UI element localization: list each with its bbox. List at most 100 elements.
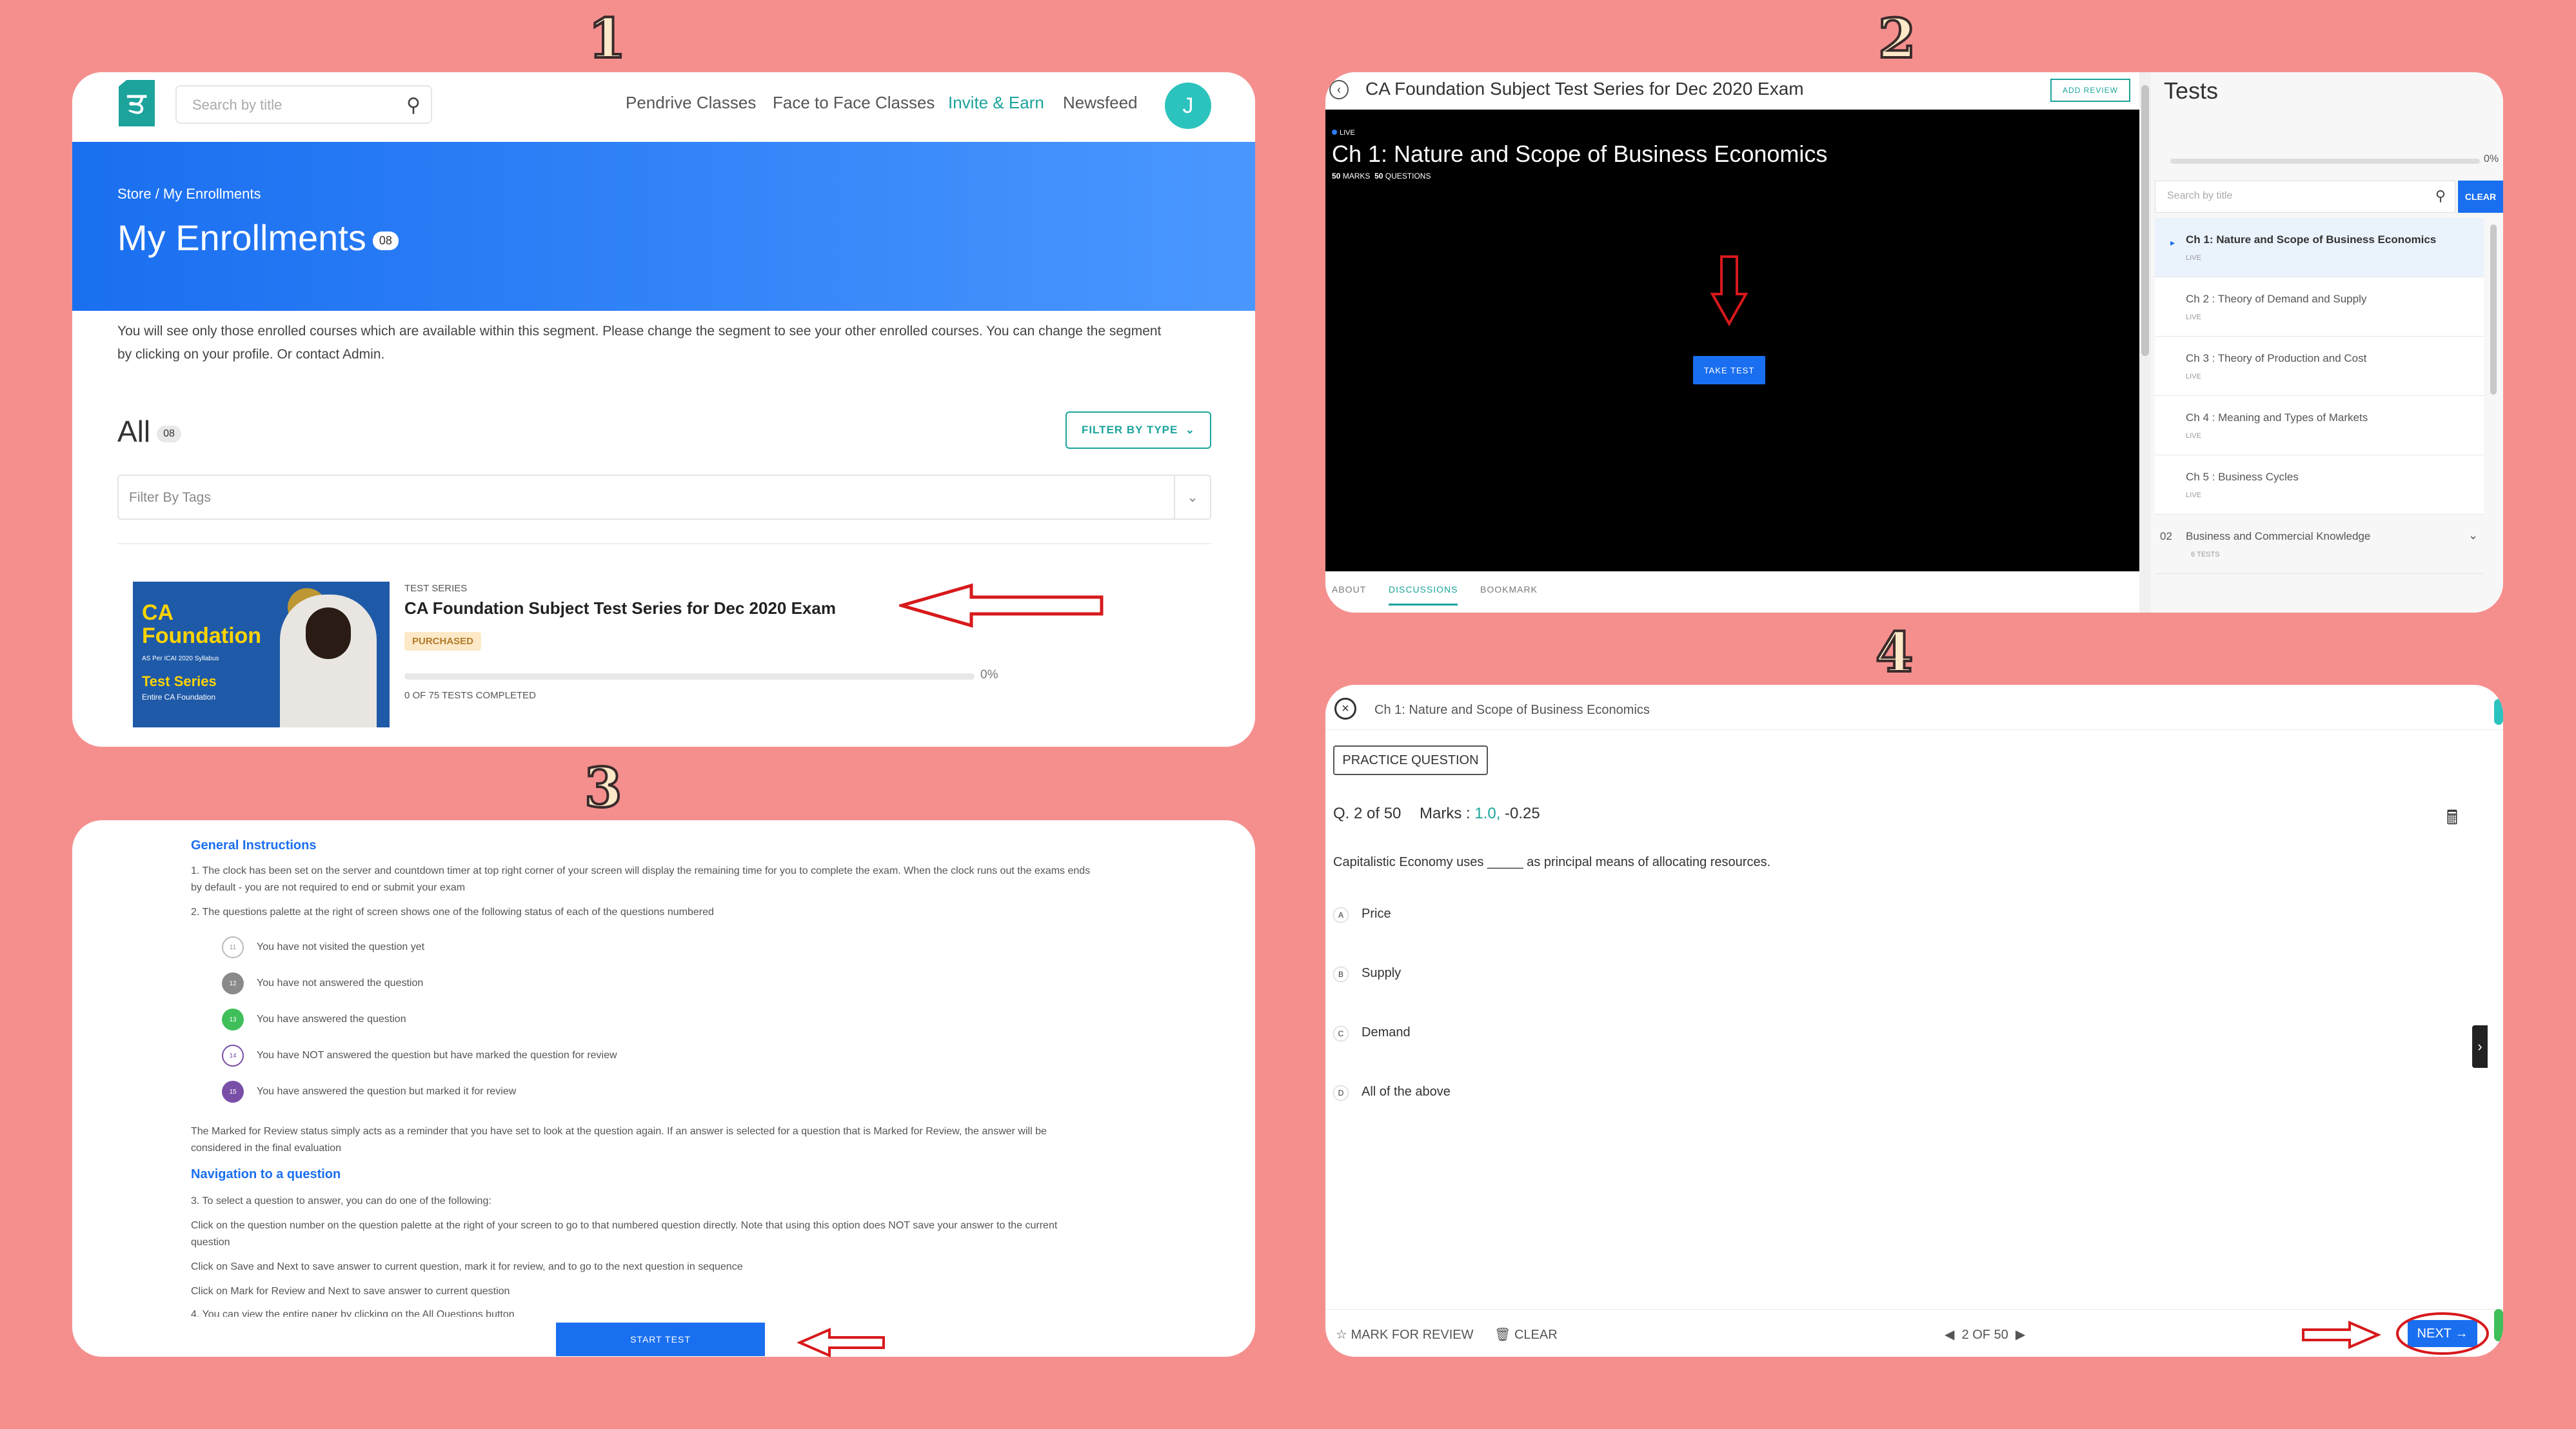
option-a[interactable]: A Price [1333, 907, 1391, 923]
filter-label: FILTER BY TYPE [1081, 424, 1178, 436]
nav-newsfeed[interactable]: Newsfeed [1063, 93, 1138, 113]
sidebar-scrollbar[interactable] [2490, 224, 2497, 395]
option-letter: A [1333, 907, 1349, 923]
status-answered-marked-icon: 15 [222, 1081, 244, 1103]
question-number: Q. 2 of 50 [1333, 805, 1402, 822]
red-arrow-down-icon [1710, 255, 1749, 326]
scrollbar-thumb[interactable] [2141, 85, 2149, 356]
chapter-item-status: LIVE [2186, 432, 2201, 440]
chapter-item-title: Ch 5 : Business Cycles [2186, 471, 2299, 483]
tab-bookmark[interactable]: BOOKMARK [1480, 584, 1538, 595]
filter-by-type-button[interactable]: FILTER BY TYPE ⌄ [1065, 411, 1211, 449]
status-marked-review-icon: 14 [222, 1045, 244, 1067]
nav-invite-earn[interactable]: Invite & Earn [948, 93, 1044, 113]
status-answered-icon: 13 [222, 1009, 244, 1030]
thumb-title: CA Foundation [142, 601, 261, 647]
option-text: All of the above [1362, 1085, 1451, 1099]
chapter-item-3[interactable]: Ch 3 : Theory of Production and Cost LIVE [2155, 337, 2484, 396]
instruction-1: 1. The clock has been set on the server … [191, 865, 1091, 893]
legend-not-answered: You have not answered the question [257, 978, 424, 989]
panel-question: × Ch 1: Nature and Scope of Business Eco… [1325, 685, 2503, 1357]
segment-notice: You will see only those enrolled courses… [117, 324, 1162, 362]
clear-label: CLEAR [1514, 1328, 1558, 1342]
chapter-item-status: LIVE [2186, 373, 2201, 380]
palette-toggle-chevron-right-icon[interactable]: › [2472, 1025, 2488, 1068]
clear-button[interactable]: CLEAR [2458, 181, 2503, 213]
chapter-item-2[interactable]: Ch 2 : Theory of Demand and Supply LIVE [2155, 277, 2484, 337]
instruction-2: 2. The questions palette at the right of… [191, 907, 714, 918]
questions-label: QUESTIONS [1385, 172, 1431, 181]
search-input[interactable]: Search by title ⚲ [175, 85, 432, 124]
chapter-item-status: LIVE [2186, 254, 2201, 262]
calculator-icon[interactable]: 🖩 [2446, 803, 2458, 836]
general-instructions-heading: General Instructions [191, 838, 317, 852]
search-icon[interactable]: ⚲ [406, 94, 421, 117]
brand-logo[interactable]: ਤ [119, 80, 155, 126]
chapter-item-title: Ch 3 : Theory of Production and Cost [2186, 352, 2367, 364]
back-icon[interactable]: ‹ [1329, 80, 1349, 99]
thumb-subtitle: AS Per ICAI 2020 Syllabus [142, 655, 219, 662]
question-pager: ◀ 2 OF 50 ▶ [1945, 1326, 2025, 1343]
mark-review-label: MARK FOR REVIEW [1351, 1328, 1474, 1342]
sidebar-progress-bar [2170, 159, 2480, 164]
scrollbar[interactable] [2139, 72, 2151, 613]
option-c[interactable]: C Demand [1333, 1025, 1411, 1041]
side-indicator [2494, 699, 2503, 725]
clear-answer-button[interactable]: 🗑 CLEAR [1494, 1326, 1558, 1343]
test-meta: 50 MARKS 50 QUESTIONS [1332, 172, 1431, 181]
section-title: Business and Commercial Knowledge [2186, 530, 2371, 542]
course-thumbnail[interactable]: CA Foundation AS Per ICAI 2020 Syllabus T… [133, 582, 390, 727]
nav-face-to-face[interactable]: Face to Face Classes [773, 93, 935, 113]
tab-discussions[interactable]: DISCUSSIONS [1389, 584, 1458, 606]
course-progress-bar [404, 673, 975, 680]
option-text: Price [1362, 907, 1391, 921]
option-text: Demand [1362, 1025, 1411, 1040]
chapter-item-5[interactable]: Ch 5 : Business Cycles LIVE [2155, 455, 2484, 515]
chapter-item-title: Ch 1: Nature and Scope of Business Econo… [2186, 233, 2437, 246]
step-number-2: 2 [1877, 6, 1917, 70]
chapter-item-4[interactable]: Ch 4 : Meaning and Types of Markets LIVE [2155, 396, 2484, 455]
nav-pendrive-classes[interactable]: Pendrive Classes [626, 93, 756, 113]
player-tabs: ABOUT DISCUSSIONS BOOKMARK [1325, 571, 2139, 613]
section-item[interactable]: 02 Business and Commercial Knowledge 6 T… [2155, 515, 2484, 574]
question-chapter-title: Ch 1: Nature and Scope of Business Econo… [1374, 703, 1650, 717]
play-icon: ▸ [2170, 237, 2175, 248]
add-review-button[interactable]: ADD REVIEW [2050, 79, 2130, 102]
marks-negative: -0.25 [1505, 805, 1540, 822]
tab-about[interactable]: ABOUT [1332, 584, 1366, 595]
top-nav: ਤ Search by title ⚲ Pendrive Classes Fac… [72, 72, 1255, 142]
chapter-item-status: LIVE [2186, 313, 2201, 321]
mark-for-review-button[interactable]: ☆ MARK FOR REVIEW [1336, 1326, 1474, 1343]
take-test-button[interactable]: TAKE TEST [1693, 356, 1765, 384]
search-placeholder: Search by title [192, 97, 282, 113]
divider [117, 543, 1211, 544]
option-letter: D [1333, 1085, 1349, 1101]
panel-instructions: General Instructions 1. The clock has be… [72, 820, 1255, 1357]
marks-positive: 1.0, [1474, 805, 1501, 822]
chapter-item-1[interactable]: ▸ Ch 1: Nature and Scope of Business Econ… [2155, 218, 2484, 277]
start-test-button[interactable]: START TEST [556, 1323, 765, 1356]
filter-by-tags-select[interactable]: Filter By Tags ⌄ [117, 475, 1211, 520]
red-circle-highlight [2396, 1312, 2489, 1355]
status-not-answered-icon: 12 [222, 972, 244, 994]
status-not-visited-icon: 11 [222, 936, 244, 958]
section-number: 02 [2160, 530, 2172, 542]
option-d[interactable]: D All of the above [1333, 1085, 1451, 1101]
search-icon[interactable]: ⚲ [2435, 188, 2446, 204]
panel-test-player: ‹ CA Foundation Subject Test Series for … [1325, 72, 2503, 613]
question-header: × Ch 1: Nature and Scope of Business Eco… [1325, 685, 2503, 730]
chevron-down-icon[interactable]: ⌄ [2468, 529, 2478, 542]
chevron-down-icon[interactable]: ⌄ [1174, 476, 1210, 518]
chapter-item-title: Ch 4 : Meaning and Types of Markets [2186, 411, 2368, 424]
student-hair [306, 607, 351, 659]
next-arrow-icon[interactable]: ▶ [2016, 1328, 2025, 1342]
course-title[interactable]: CA Foundation Subject Test Series for De… [404, 598, 836, 618]
prev-arrow-icon[interactable]: ◀ [1945, 1328, 1954, 1342]
option-b[interactable]: B Supply [1333, 966, 1401, 982]
count-badge: 08 [372, 231, 399, 250]
avatar[interactable]: J [1165, 83, 1211, 129]
sidebar-progress-percent: 0% [2484, 153, 2499, 164]
close-icon[interactable]: × [1334, 698, 1356, 720]
breadcrumb[interactable]: Store / My Enrollments [117, 186, 261, 202]
sidebar-search-input[interactable]: Search by title ⚲ [2155, 181, 2455, 213]
